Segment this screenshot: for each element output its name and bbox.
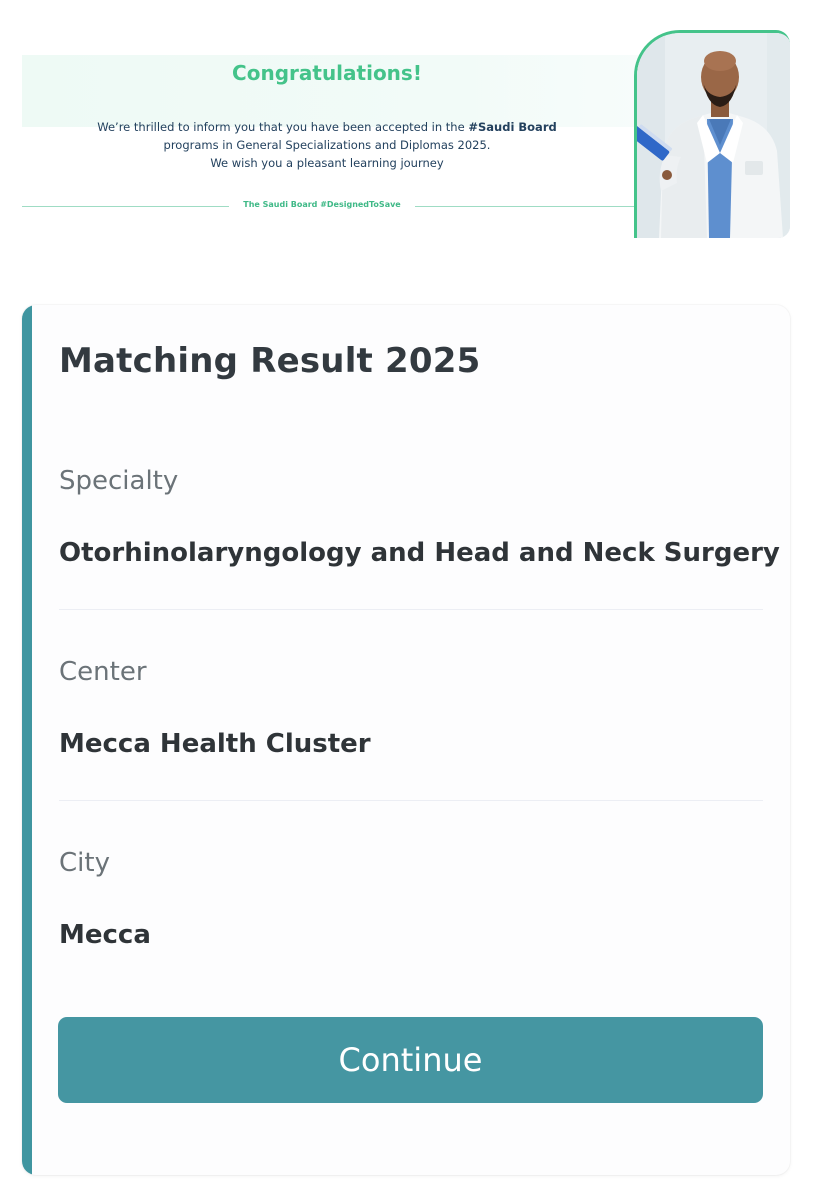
matching-result-card: Matching Result 2025 Specialty Otorhinol…	[22, 305, 790, 1175]
banner-message-line-1-text: We’re thrilled to inform you that you ha…	[97, 120, 469, 134]
banner-footer-tagline: The Saudi Board #DesignedToSave	[243, 200, 401, 209]
matching-result-title: Matching Result 2025	[59, 341, 481, 381]
specialty-value: Otorhinolaryngology and Head and Neck Su…	[59, 538, 780, 568]
field-divider	[59, 800, 763, 801]
banner-title: Congratulations!	[232, 61, 422, 85]
continue-button[interactable]: Continue	[58, 1017, 763, 1103]
field-divider	[59, 609, 763, 610]
specialty-label: Specialty	[59, 466, 179, 496]
banner-footer-rule-left	[22, 206, 229, 207]
center-label: Center	[59, 657, 147, 687]
banner-footer-rule-right	[415, 206, 635, 207]
banner-message-line-1: We’re thrilled to inform you that you ha…	[22, 118, 632, 136]
saudi-board-hashtag: #Saudi Board	[468, 120, 557, 134]
banner-message-line-3: We wish you a pleasant learning journey	[210, 156, 444, 170]
banner-message: We’re thrilled to inform you that you ha…	[22, 118, 632, 172]
card-accent-bar	[22, 305, 32, 1175]
banner-message-line-2: programs in General Specializations and …	[163, 138, 491, 152]
center-value: Mecca Health Cluster	[59, 729, 371, 759]
banner-footer: The Saudi Board #DesignedToSave	[22, 198, 635, 212]
acceptance-banner: Congratulations! We’re thrilled to infor…	[22, 30, 790, 240]
city-label: City	[59, 848, 110, 878]
doctor-illustration	[637, 33, 790, 238]
doctor-photo	[634, 30, 790, 238]
city-value: Mecca	[59, 920, 151, 950]
